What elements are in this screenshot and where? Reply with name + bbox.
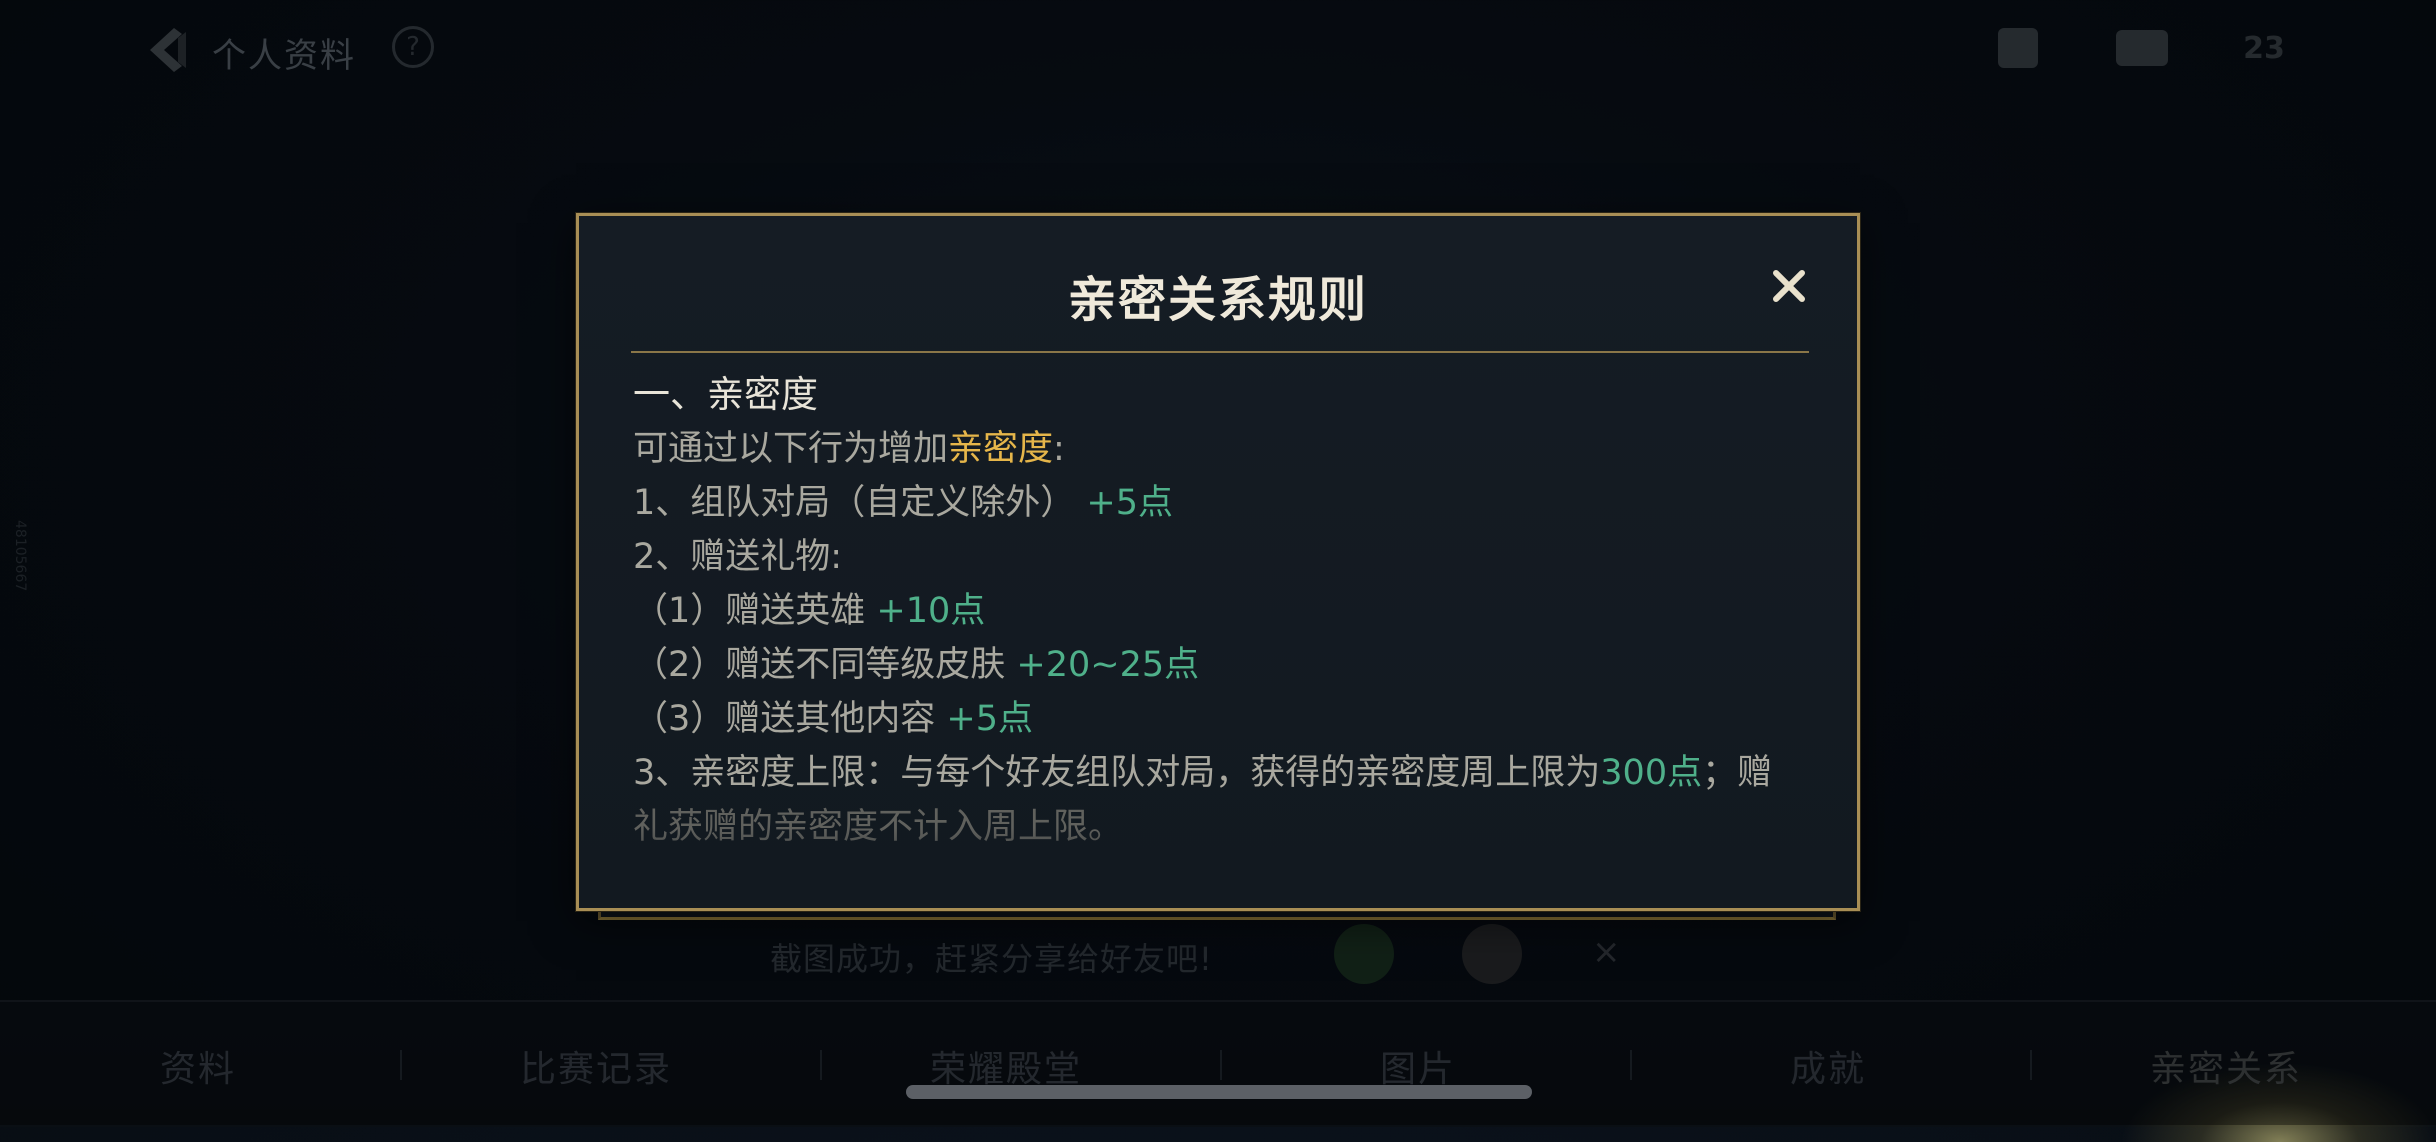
rule-text: 可通过以下行为增加 [633,429,949,469]
rule-text: : [1053,429,1065,469]
rule-line-2: 2、赠送礼物: [633,530,1813,584]
rule-line-2c: （3）赠送其他内容 +5点 [633,692,1813,746]
dialog-title: 亲密关系规则 [1067,272,1368,328]
rules-dialog: 亲密关系规则 一、亲密度 可通过以下行为增加亲密度: 1、组队对局（自定义除外）… [576,213,1860,911]
rule-text: ；赠 [1702,753,1773,793]
highlight-text: 亲密度 [948,429,1054,469]
rule-line-3: 3、亲密度上限：与每个好友组队对局，获得的亲密度周上限为300点；赠 [633,746,1813,800]
rule-line-intro: 可通过以下行为增加亲密度: [633,422,1813,476]
home-indicator[interactable] [906,1085,1532,1099]
points-value: 300点 [1600,753,1703,793]
rule-text: （3）赠送其他内容 [633,699,936,739]
points-value: +5点 [1086,483,1174,523]
points-value: +5点 [946,699,1034,739]
section-heading-text: 一、亲密度 [633,373,818,416]
rule-text: （1）赠送英雄 [633,591,866,631]
rule-text: 2、赠送礼物: [633,537,843,577]
rule-line-2b: （2）赠送不同等级皮肤 +20~25点 [633,638,1813,692]
close-icon [1773,270,1805,302]
title-divider [631,351,1809,353]
rules-content[interactable]: 一、亲密度 可通过以下行为增加亲密度: 1、组队对局（自定义除外） +5点 2、… [633,368,1813,868]
points-value: +10点 [876,591,986,631]
rule-line-2a: （1）赠送英雄 +10点 [633,584,1813,638]
rule-text: 3、亲密度上限：与每个好友组队对局，获得的亲密度周上限为 [633,753,1601,793]
rule-text: 礼获赠的亲密度不计入周上限。 [633,807,1124,847]
rule-line-3-cont: 礼获赠的亲密度不计入周上限。 [633,800,1813,854]
section-heading: 一、亲密度 [633,368,1813,422]
close-button[interactable] [1765,262,1813,310]
rule-text: 1、组队对局（自定义除外） [633,483,1076,523]
rule-line-1: 1、组队对局（自定义除外） +5点 [633,476,1813,530]
rule-text: （2）赠送不同等级皮肤 [633,645,1006,685]
points-value: +20~25点 [1016,645,1200,685]
